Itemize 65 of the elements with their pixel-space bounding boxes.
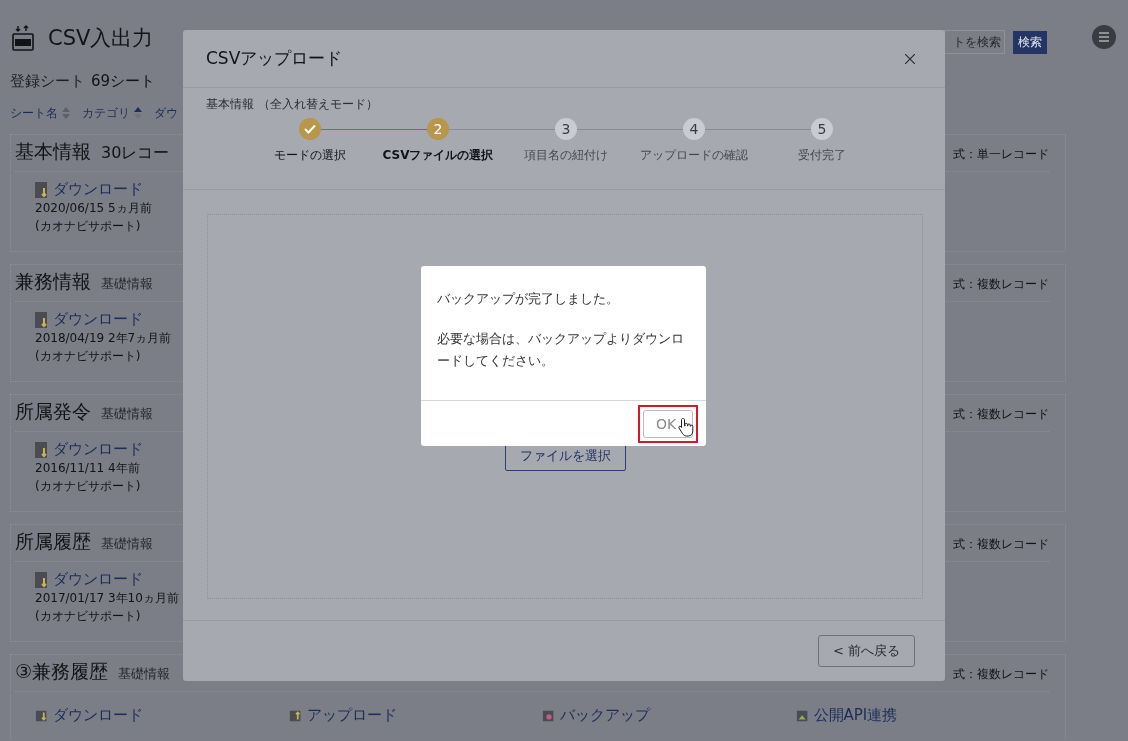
record-count: 30レコー: [101, 143, 170, 164]
dialog-subtitle: 基本情報 （全入れ替えモード）: [205, 96, 379, 113]
backup-icon: [542, 708, 556, 723]
update-date: 2020/06/15 5ヵ月前: [35, 200, 152, 217]
sheet-category: 基礎情報: [101, 275, 153, 293]
step-label: モードの選択: [274, 147, 346, 164]
step-label: 受付完了: [798, 147, 846, 164]
file-icon: [35, 441, 49, 458]
sort-column[interactable]: シート名: [10, 104, 58, 122]
sort-column[interactable]: ダウ: [154, 104, 178, 122]
author-name: (カオナビサポート): [35, 608, 141, 625]
sort-column[interactable]: カテゴリ: [82, 104, 130, 122]
registered-count: 69シート: [91, 72, 156, 91]
file-icon: [35, 708, 49, 723]
author-name: (カオナビサポート): [35, 218, 141, 235]
dialog-title: CSVアップロード: [206, 47, 343, 70]
hand-cursor-icon: [678, 417, 694, 437]
check-icon: [304, 124, 316, 134]
sheet-category: 基礎情報: [118, 665, 171, 683]
step-label: CSVファイルの選択: [382, 147, 494, 164]
author-name: (カオナビサポート): [35, 348, 141, 365]
download-link[interactable]: ダウンロード: [53, 440, 143, 459]
close-icon[interactable]: [905, 53, 915, 64]
step-circle: 5: [811, 118, 833, 140]
menu-icon[interactable]: [1092, 25, 1116, 49]
step-circle: 2: [427, 118, 449, 140]
record-format: 式：複数レコード: [953, 666, 1049, 683]
sheet-category: 基礎情報: [101, 405, 153, 423]
file-icon: [35, 181, 49, 198]
author-name: (カオナビサポート): [35, 478, 141, 495]
action-link[interactable]: バックアップ: [560, 706, 650, 725]
sheet-title: 基本情報: [15, 139, 91, 164]
download-link[interactable]: ダウンロード: [53, 310, 143, 329]
action-link[interactable]: 公開API連携: [813, 706, 898, 725]
alert-message: バックアップが完了しました。: [437, 290, 620, 308]
back-button[interactable]: < 前へ戻る: [817, 635, 915, 667]
update-date: 2018/04/19 2年7ヵ月前: [35, 330, 172, 347]
sheet-title: 所属発令: [15, 399, 91, 424]
record-format: 式：複数レコード: [953, 276, 1049, 293]
action-link[interactable]: アップロード: [306, 706, 397, 725]
step-label: 項目名の紐付け: [524, 147, 608, 164]
page-title: CSV入出力: [48, 25, 154, 52]
sheet-title: 兼務情報: [15, 269, 91, 294]
update-date: 2016/11/11 4年前: [35, 460, 140, 477]
action-link[interactable]: ダウンロード: [53, 706, 143, 725]
sheet-title: 所属履歴: [15, 529, 91, 554]
search-button[interactable]: 検索: [1013, 30, 1047, 54]
record-format: 式：複数レコード: [953, 406, 1049, 423]
file-icon: [35, 311, 49, 328]
alert-message: 必要な場合は、バックアップよりダウンロードしてください。: [437, 330, 685, 370]
registered-label: 登録シート: [10, 72, 85, 91]
step-label: アップロードの確認: [640, 147, 748, 164]
api-icon: [795, 708, 810, 723]
download-link[interactable]: ダウンロード: [53, 180, 143, 199]
sheet-category: 基礎情報: [101, 535, 153, 553]
update-date: 2017/01/17 3年10ヵ月前: [35, 590, 179, 607]
record-format: 式：複数レコード: [953, 536, 1049, 553]
step-circle: 4: [683, 118, 705, 140]
step-circle: 3: [555, 118, 577, 140]
sheet-title: ③兼務履歴: [15, 659, 109, 684]
upload-file-icon: [288, 708, 303, 723]
file-icon: [35, 571, 49, 588]
record-format: 式：単一レコード: [953, 146, 1049, 163]
csv-file-icon: [12, 25, 34, 51]
download-link[interactable]: ダウンロード: [53, 570, 143, 589]
